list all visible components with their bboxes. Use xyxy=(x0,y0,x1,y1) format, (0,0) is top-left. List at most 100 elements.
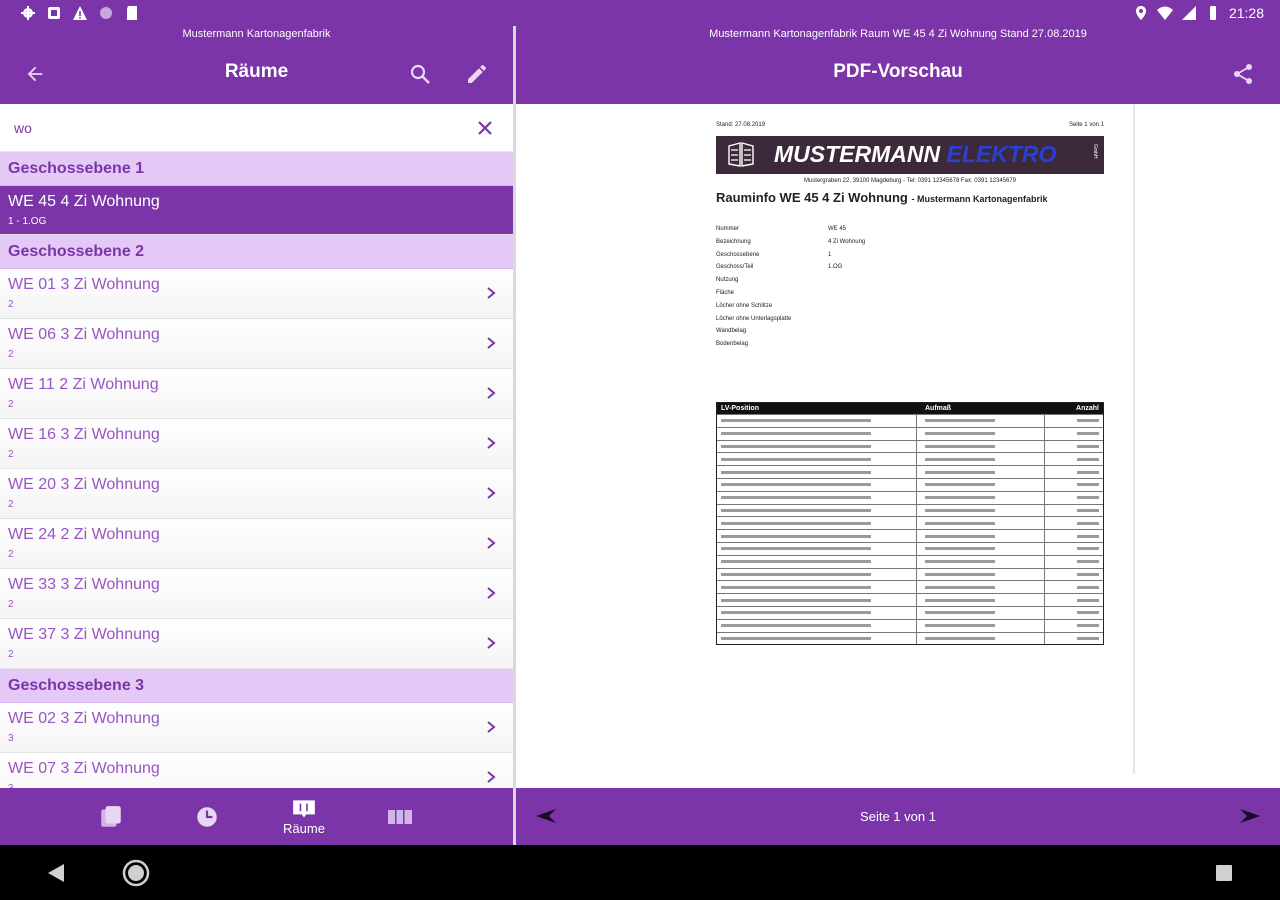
table-cell xyxy=(717,427,917,440)
pdf-field: Löcher ohne Unterlagsplatte xyxy=(716,316,865,329)
table-cell xyxy=(717,504,917,517)
illegible-text-placeholder xyxy=(1077,636,1099,640)
pdf-fields: Nummer WE 45 Bezeichnung 4 Zi Wohnung Gesc… xyxy=(716,226,865,354)
share-button[interactable] xyxy=(1228,59,1258,89)
nav-tab-grid[interactable] xyxy=(370,794,430,839)
gear-icon xyxy=(21,6,35,20)
wifi-icon xyxy=(1156,6,1173,20)
list-item[interactable]: WE 06 3 Zi Wohnung 2 xyxy=(0,319,513,369)
table-cell xyxy=(917,427,1045,440)
status-bar: 21:28 xyxy=(0,0,1280,26)
table-cell xyxy=(1045,428,1103,440)
table-cell xyxy=(917,568,1045,581)
table-cell xyxy=(1045,530,1103,542)
chevron-right-icon xyxy=(487,721,496,733)
status-time: 21:28 xyxy=(1228,5,1264,21)
room-floor: 2 xyxy=(8,399,14,410)
table-cell xyxy=(717,542,917,555)
table-row xyxy=(717,516,1103,530)
table-cell xyxy=(917,555,1045,568)
table-row xyxy=(717,541,1103,555)
illegible-text-placeholder xyxy=(721,560,871,564)
pdf-field: Bodenbelag xyxy=(716,341,865,354)
pdf-field: Wandbelag xyxy=(716,328,865,341)
system-home-button[interactable] xyxy=(122,859,150,887)
illegible-text-placeholder xyxy=(925,483,995,487)
illegible-text-placeholder xyxy=(925,470,995,474)
viewer-edge xyxy=(1133,104,1135,774)
list-item[interactable]: WE 07 3 Zi Wohnung 3 xyxy=(0,753,513,788)
section-header: Geschossebene 2 xyxy=(0,235,513,269)
search-input[interactable] xyxy=(14,116,454,140)
room-floor: 2 xyxy=(8,649,14,660)
illegible-text-placeholder xyxy=(721,598,871,602)
chevron-right-icon xyxy=(487,537,496,549)
brand-suffix: GmbH xyxy=(1092,144,1098,159)
illegible-text-placeholder xyxy=(1077,611,1099,615)
table-cell xyxy=(1045,517,1103,529)
rooms-list: Geschossebene 1 WE 45 4 Zi Wohnung 1 - 1… xyxy=(0,152,513,788)
table-row xyxy=(717,529,1103,542)
field-key: Bodenbelag xyxy=(716,341,749,348)
chevron-right-icon xyxy=(487,587,496,599)
illegible-text-placeholder xyxy=(925,585,995,589)
room-floor: 1 - 1.OG xyxy=(8,216,47,227)
field-key: Bezeichnung xyxy=(716,238,751,245)
illegible-text-placeholder xyxy=(1077,509,1099,513)
field-value: 4 Zi Wohnung xyxy=(828,238,866,245)
table-cell xyxy=(717,581,917,594)
chevron-right-icon xyxy=(487,437,496,449)
table-cell xyxy=(717,555,917,568)
room-name: WE 16 3 Zi Wohnung xyxy=(8,426,160,443)
room-floor: 2 xyxy=(8,549,14,560)
search-button[interactable] xyxy=(405,59,435,89)
list-item[interactable]: WE 24 2 Zi Wohnung 2 xyxy=(0,519,513,569)
room-floor: 2 xyxy=(8,299,14,310)
next-page-button[interactable] xyxy=(1238,806,1262,826)
grid-icon xyxy=(388,809,412,824)
illegible-text-placeholder xyxy=(1077,585,1099,589)
pdf-field: Fläche xyxy=(716,290,865,303)
table-cell xyxy=(717,491,917,504)
pencil-icon xyxy=(468,64,486,83)
list-item[interactable]: WE 20 3 Zi Wohnung 2 xyxy=(0,469,513,519)
room-name: WE 45 4 Zi Wohnung xyxy=(8,193,160,210)
field-key: Geschossebene xyxy=(716,251,760,258)
search-icon xyxy=(410,64,430,84)
list-item[interactable]: WE 01 3 Zi Wohnung 2 xyxy=(0,269,513,319)
illegible-text-placeholder xyxy=(1077,560,1099,564)
illegible-text-placeholder xyxy=(925,573,995,576)
illegible-text-placeholder xyxy=(925,432,995,436)
list-item[interactable]: WE 33 3 Zi Wohnung 2 xyxy=(0,569,513,619)
clear-search-button[interactable] xyxy=(473,116,497,140)
table-cell xyxy=(717,632,917,645)
table-cell xyxy=(917,440,1045,453)
pdf-viewer[interactable]: Stand: 27.08.2019 Seite 1 von 1 MUSTERMA… xyxy=(516,104,1280,788)
circle-home-icon xyxy=(122,859,150,887)
brand-part-a: MUSTERMANN xyxy=(774,141,941,167)
nav-tab-history[interactable] xyxy=(177,794,237,839)
table-header: LV-Position Aufmaß Anzahl xyxy=(717,403,1103,414)
field-key: Nummer xyxy=(716,226,740,232)
list-item[interactable]: WE 37 3 Zi Wohnung 2 xyxy=(0,619,513,669)
illegible-text-placeholder xyxy=(721,585,871,589)
clock-icon xyxy=(197,806,217,827)
list-item[interactable]: WE 11 2 Zi Wohnung 2 xyxy=(0,369,513,419)
table-row xyxy=(717,618,1103,632)
table-cell xyxy=(917,542,1045,555)
system-back-button[interactable] xyxy=(42,859,70,887)
nav-tab-label: Räume xyxy=(283,820,325,836)
nav-tab-documents[interactable] xyxy=(81,794,141,839)
list-item[interactable]: WE 45 4 Zi Wohnung 1 - 1.OG xyxy=(0,186,513,235)
nav-tab-rooms[interactable]: Räume xyxy=(274,794,334,839)
edit-button[interactable] xyxy=(462,59,492,89)
list-item[interactable]: WE 02 3 Zi Wohnung 3 xyxy=(0,703,513,753)
illegible-text-placeholder xyxy=(721,547,871,551)
system-recents-button[interactable] xyxy=(1210,859,1238,887)
status-system-icons: 21:28 xyxy=(1133,5,1264,21)
illegible-text-placeholder xyxy=(1077,598,1099,602)
pdf-field: Bezeichnung 4 Zi Wohnung xyxy=(716,239,865,252)
list-item[interactable]: WE 16 3 Zi Wohnung 2 xyxy=(0,419,513,469)
share-icon xyxy=(1234,64,1252,84)
table-cell xyxy=(917,619,1045,632)
